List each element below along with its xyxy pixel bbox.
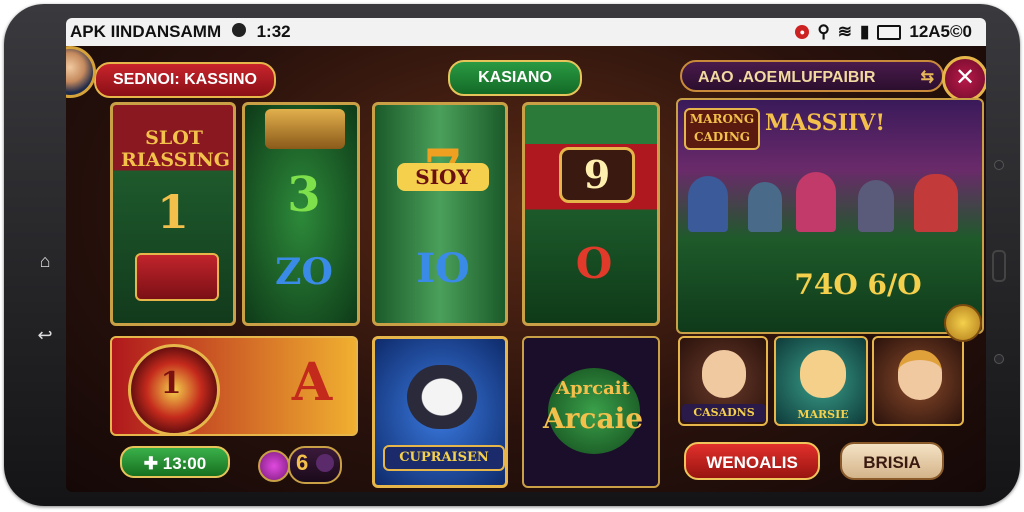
app-name: APK IINDANSAMM <box>70 22 222 41</box>
reel4-symbol-top: 9 <box>559 147 635 203</box>
letter-tile: A <box>291 352 333 413</box>
arcade-title: Arcaie <box>542 402 644 435</box>
girl-portrait-icon <box>800 350 846 398</box>
speaker-slot <box>992 250 1006 282</box>
promo-headline: MASSIIV! <box>764 110 886 136</box>
cat-game-tile[interactable]: CUPRAISEN <box>372 336 508 488</box>
home-icon[interactable]: ⌂ <box>32 248 58 274</box>
chip-dot-icon <box>316 454 334 472</box>
notification-icon: ● <box>795 25 810 39</box>
reel3-symbol-top: SIOY <box>397 163 489 191</box>
players-group <box>688 166 978 232</box>
treasure-chest-icon <box>265 109 345 149</box>
status-left: APK IINDANSAMM 1:32 <box>70 22 291 42</box>
location-icon: ⚲ <box>817 22 830 41</box>
chip-purple-icon[interactable] <box>258 450 290 482</box>
mode-label-1: AAO .AOE <box>698 69 778 86</box>
sync-icon <box>231 23 246 37</box>
mini2-label: MARSIE <box>797 408 849 421</box>
woman-portrait-icon <box>898 350 942 400</box>
promo-badge: MARONG CADING <box>684 108 760 150</box>
reel-4[interactable]: 9 O <box>522 102 660 326</box>
balance-button[interactable]: ✚ 13:00 <box>120 446 230 478</box>
status-bar: APK IINDANSAMM 1:32 ● ⚲ ≋ ▮ 12A5©0 <box>66 18 986 46</box>
reel2-symbol-bottom: ZO <box>275 251 333 293</box>
back-icon[interactable]: ↩ <box>32 322 58 348</box>
balance-value: 13:00 <box>162 454 207 473</box>
reel3-symbol-bottom: IO <box>416 245 470 292</box>
signal-icon: ▮ <box>860 22 870 41</box>
tab-kasiano[interactable]: KASIANO <box>448 60 582 96</box>
table-numbers: 74O 6/O <box>794 268 922 301</box>
reel-1[interactable]: SLOT RIASSING 1 <box>110 102 236 326</box>
mini1-label: CASADNS <box>682 404 766 422</box>
cat-face-icon <box>407 365 477 429</box>
camera-icon <box>994 160 1004 170</box>
promo-banner[interactable]: MARONG CADING MASSIIV! 74O 6/O <box>676 98 984 334</box>
mini-game-1[interactable]: CASADNS <box>678 336 768 426</box>
status-right: ● ⚲ ≋ ▮ 12A5©0 <box>795 22 972 42</box>
reel1-symbol: 1 <box>156 185 189 239</box>
status-time: 1:32 <box>256 22 291 41</box>
reel1-banner: SLOT RIASSING <box>121 127 230 171</box>
arcade-pre: Aprcait <box>556 378 630 399</box>
chip-value: 6 <box>296 450 309 475</box>
reel4-symbol-bottom: O <box>575 239 613 288</box>
sensor-dot <box>994 354 1004 364</box>
swap-icon[interactable]: ⇆ <box>921 62 934 94</box>
plus-icon: ✚ <box>143 454 163 473</box>
top-bar: SEDNOI: KASSINO KASIANO AAO .AOE MLUFPAI… <box>66 54 986 102</box>
win-button[interactable]: WENOALIS <box>684 442 820 480</box>
mini-game-2[interactable]: MARSIE <box>774 336 868 426</box>
coin-stack-icon[interactable] <box>944 304 982 342</box>
mini-game-3[interactable] <box>872 336 964 426</box>
chip-gold[interactable]: 6 <box>288 446 342 484</box>
cat-banner: CUPRAISEN <box>383 445 505 471</box>
portrait-icon <box>702 350 746 398</box>
mode-label-2: MLUFPAIBIR <box>778 69 876 86</box>
secondary-button[interactable]: BRISIA <box>840 442 944 480</box>
roulette-number: 1 <box>160 366 182 401</box>
battery-icon <box>877 24 902 40</box>
arcade-tile[interactable]: Aprcait Arcaie <box>522 336 660 488</box>
reel-2[interactable]: 3 ZO <box>242 102 360 326</box>
multiplayer-pill[interactable]: AAO .AOE MLUFPAIBIR ⇆ <box>680 60 944 92</box>
game-screen: APK IINDANSAMM 1:32 ● ⚲ ≋ ▮ 12A5©0 SEDNO… <box>66 18 986 492</box>
wifi-icon: ≋ <box>837 22 853 41</box>
title-pill[interactable]: SEDNOI: KASSINO <box>94 62 276 98</box>
battery-text: 12A5©0 <box>909 22 972 41</box>
chest-icon <box>135 253 219 301</box>
roulette-tile[interactable]: 1 A <box>110 336 358 436</box>
close-button[interactable]: ✕ <box>942 56 986 102</box>
reel-3[interactable]: 7 SIOY IO <box>372 102 508 326</box>
reel2-symbol-top: 3 <box>287 167 321 223</box>
phone-frame: ⌂ ↩ APK IINDANSAMM 1:32 ● ⚲ ≋ ▮ 12A5©0 S… <box>4 4 1020 506</box>
